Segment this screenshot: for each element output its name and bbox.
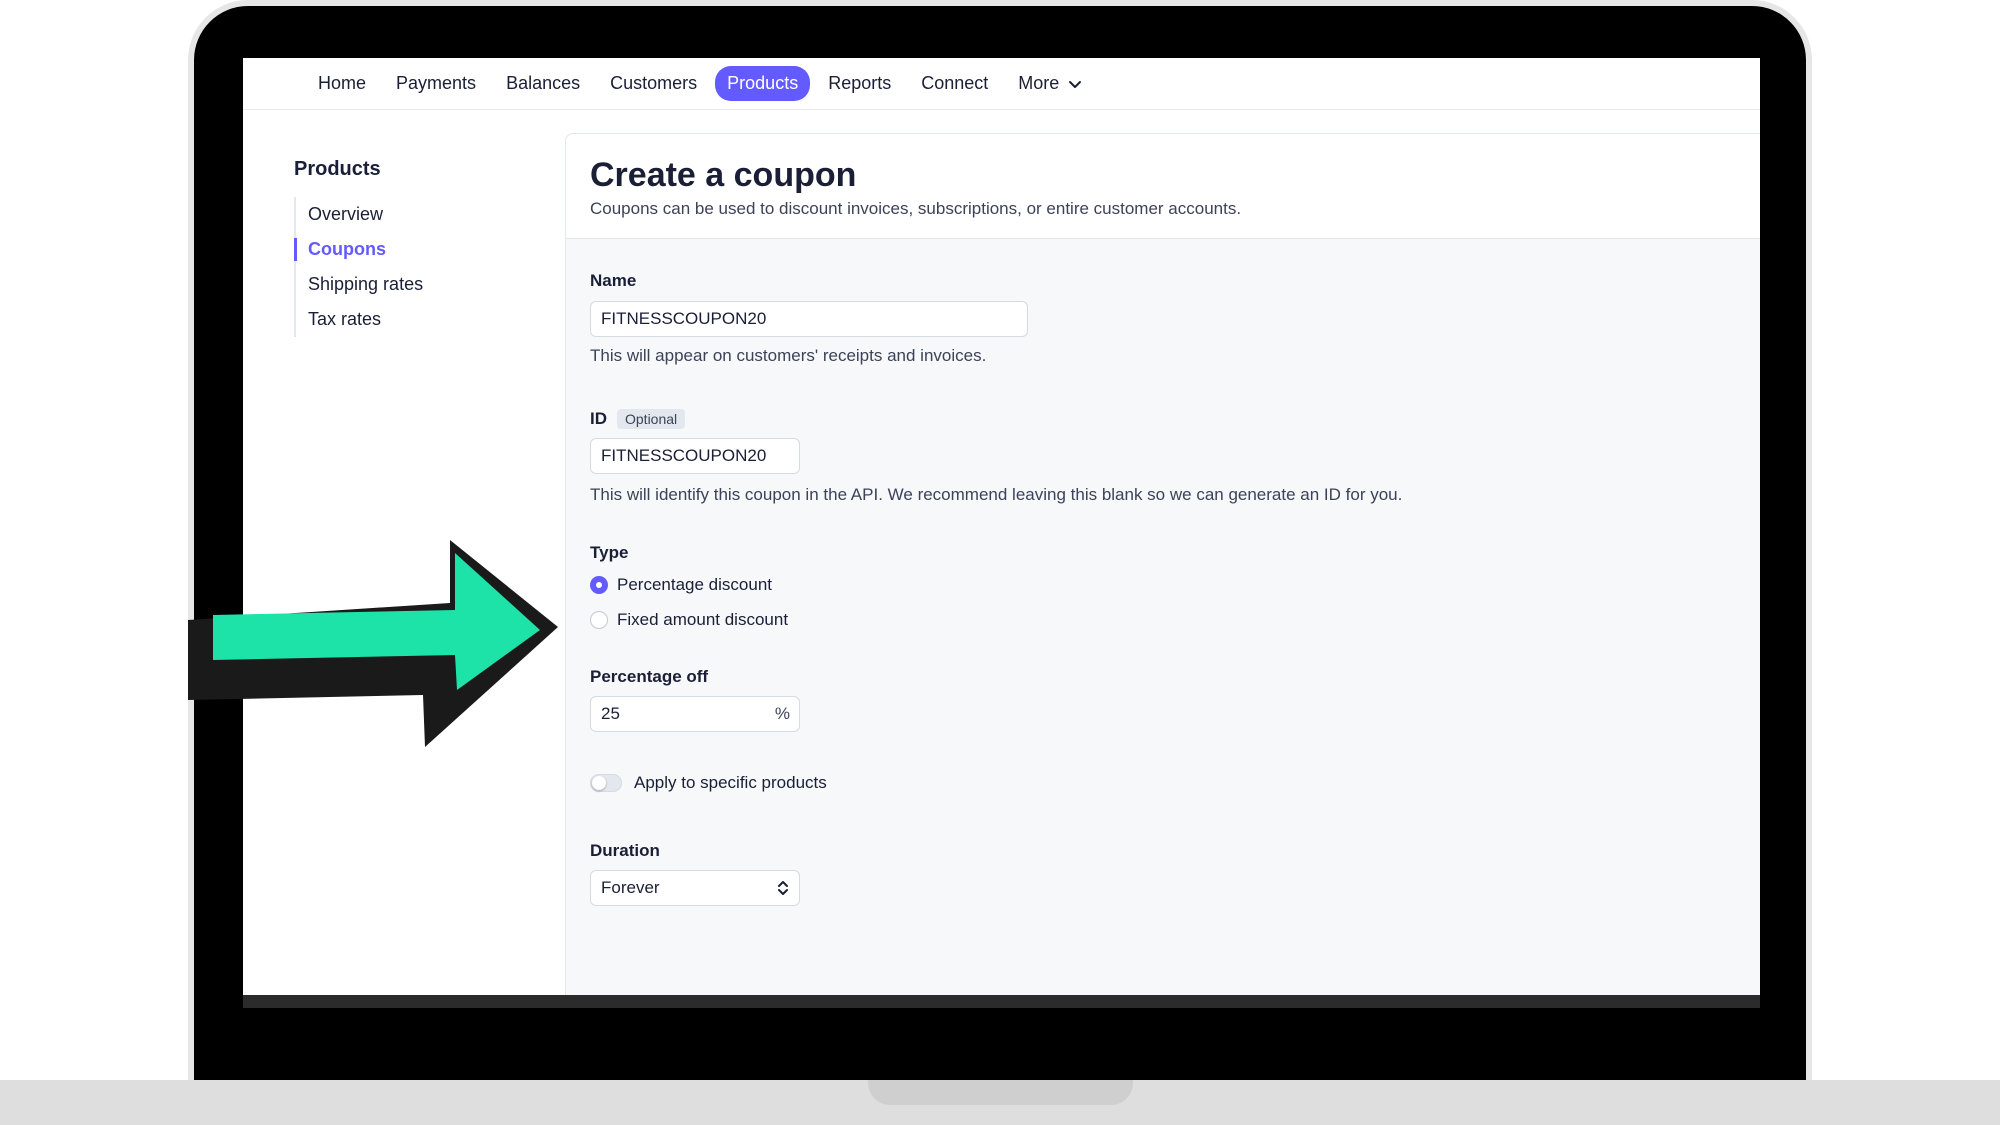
apply-products-toggle[interactable] (590, 774, 622, 792)
id-help: This will identify this coupon in the AP… (590, 485, 1403, 504)
nav-home[interactable]: Home (306, 66, 378, 101)
nav-products[interactable]: Products (715, 66, 811, 101)
apply-products-label: Apply to specific products (634, 773, 827, 792)
select-updown-icon (778, 881, 788, 895)
name-input[interactable]: FITNESSCOUPON20 (590, 301, 1028, 337)
sidebar-item-tax-rates[interactable]: Tax rates (308, 302, 544, 337)
id-input[interactable]: FITNESSCOUPON20 (590, 438, 800, 474)
page-title: Create a coupon (590, 156, 857, 194)
sidebar-title: Products (294, 158, 381, 180)
nav-payments[interactable]: Payments (384, 66, 488, 101)
screen-bottom-bezel (243, 995, 1760, 1008)
radio-percentage-discount[interactable]: Percentage discount (590, 567, 1740, 602)
percent-suffix: % (774, 704, 790, 723)
page-header: Create a coupon Coupons can be used to d… (566, 134, 1760, 239)
page-subtitle: Coupons can be used to discount invoices… (590, 199, 1242, 218)
sidebar-list: Overview Coupons Shipping rates Tax rate… (294, 197, 544, 337)
radio-percentage-label: Percentage discount (617, 574, 772, 594)
chevron-down-icon (1069, 80, 1082, 88)
coupon-form: Name FITNESSCOUPON20 This will appear on… (566, 239, 1760, 938)
percentage-field: 25 % (590, 696, 800, 732)
nav-customers[interactable]: Customers (598, 66, 709, 101)
type-label-text: Type (590, 543, 629, 562)
apply-products-row: Apply to specific products (590, 773, 1740, 793)
percentage-label-text: Percentage off (590, 667, 709, 686)
nav-more[interactable]: More (1006, 66, 1095, 101)
radio-checked-icon[interactable] (590, 575, 608, 594)
laptop-notch (868, 1080, 1133, 1105)
name-label-text: Name (590, 271, 637, 290)
sidebar-item-overview[interactable]: Overview (308, 197, 544, 232)
duration-label-text: Duration (590, 841, 660, 860)
optional-badge: Optional (617, 409, 686, 429)
duration-value: Forever (601, 878, 660, 897)
sidebar-item-coupons[interactable]: Coupons (294, 232, 544, 267)
radio-fixed-label: Fixed amount discount (617, 609, 789, 629)
sidebar: Products Overview Coupons Shipping rates… (294, 158, 544, 337)
nav-more-label: More (1018, 73, 1060, 93)
screen: Home Payments Balances Customers Product… (243, 58, 1760, 1006)
duration-select[interactable]: Forever (590, 870, 800, 906)
duration-label: Duration (590, 841, 1740, 861)
nav-connect[interactable]: Connect (909, 66, 1000, 101)
nav-reports[interactable]: Reports (816, 66, 903, 101)
top-navigation: Home Payments Balances Customers Product… (243, 58, 1760, 110)
annotation-arrow-icon (188, 540, 558, 747)
name-label: Name (590, 271, 1740, 291)
radio-unchecked-icon[interactable] (590, 610, 608, 629)
radio-fixed-amount-discount[interactable]: Fixed amount discount (590, 602, 1740, 637)
sidebar-item-shipping-rates[interactable]: Shipping rates (308, 267, 544, 302)
id-label: ID Optional (590, 409, 1740, 429)
id-label-text: ID (590, 409, 607, 428)
name-help: This will appear on customers' receipts … (590, 346, 987, 365)
percentage-input[interactable]: 25 (590, 696, 800, 732)
nav-balances[interactable]: Balances (494, 66, 592, 101)
type-label: Type (590, 543, 1740, 563)
percentage-label: Percentage off (590, 667, 1740, 687)
main-panel: Create a coupon Coupons can be used to d… (565, 133, 1760, 1006)
